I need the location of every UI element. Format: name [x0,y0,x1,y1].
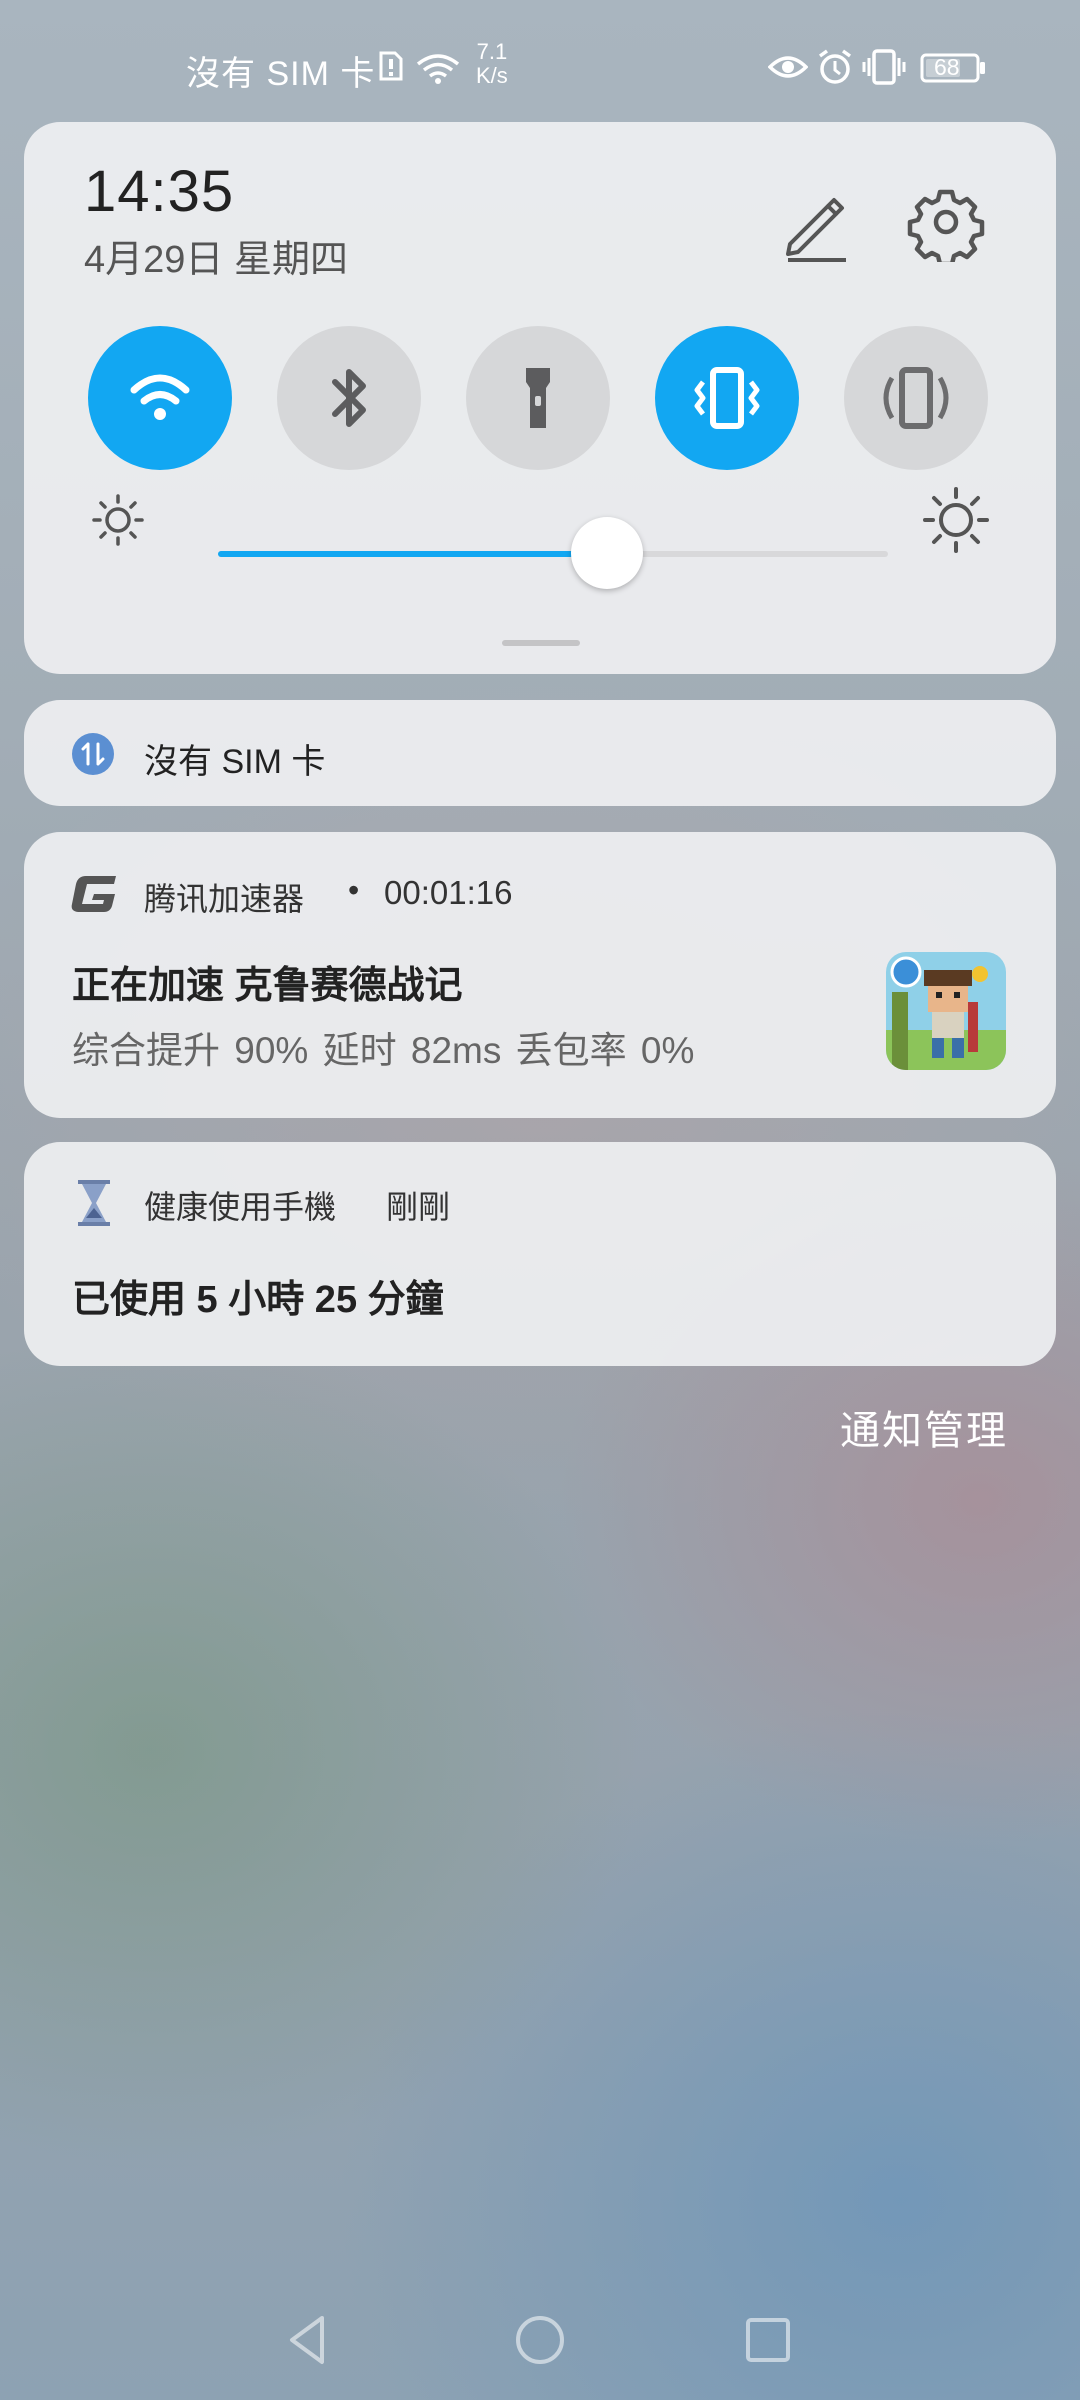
brightness-slider-thumb[interactable] [570,517,643,589]
recents-square-icon [746,2318,790,2362]
sim-notification[interactable]: 沒有 SIM 卡 [24,700,1056,806]
status-bar: 沒有 SIM 卡 7.1 K/s 68 [0,0,1080,120]
home-button[interactable] [510,2310,570,2370]
quick-settings-panel: 14:35 4月29日 星期四 [24,122,1056,674]
notification-elapsed-time: 00:01:16 [384,874,513,911]
brightness-high-icon [922,486,990,554]
notification-stats: 综合提升 90% 延时 82ms 丢包率 0% [72,1030,695,1071]
flashlight-tile[interactable] [466,326,610,470]
vibrate-tile[interactable] [655,326,799,470]
data-transfer-icon [72,733,114,775]
brightness-slider-fill [218,551,607,557]
hourglass-icon [74,1178,114,1228]
panel-drag-handle[interactable] [502,640,580,646]
bluetooth-icon [332,369,366,427]
bluetooth-tile[interactable] [277,326,421,470]
gear-icon [907,189,985,267]
vibrate-status-icon [862,48,906,91]
manage-notifications-button[interactable]: 通知管理 [840,1398,1008,1456]
carrier-text: 沒有 SIM 卡 [186,55,376,93]
notification-app-name: 腾讯加速器 [144,881,305,917]
battery-level: 68 [934,54,960,80]
notification-separator: • [348,872,360,908]
digital-wellbeing-notification[interactable]: 健康使用手機 剛剛 已使用 5 小時 25 分鐘 [24,1142,1056,1366]
notification-timestamp: 剛剛 [386,1189,451,1225]
home-circle-icon [516,2316,564,2364]
screen-time-message: 已使用 5 小時 25 分鐘 [72,1279,444,1321]
alarm-icon [816,48,854,91]
tencent-accelerator-logo-icon [70,872,118,916]
clock-time: 14:35 [84,159,235,224]
game-thumbnail [886,952,1006,1070]
notification-title: 正在加速 克鲁赛德战记 [72,965,463,1007]
back-triangle-icon [290,2316,324,2364]
wifi-tile[interactable] [88,326,232,470]
pencil-icon [786,198,846,262]
auto-rotate-icon [883,367,949,429]
back-button[interactable] [278,2310,338,2370]
edit-button[interactable] [776,182,856,262]
settings-button[interactable] [906,182,986,267]
flashlight-icon [526,368,550,428]
brightness-slider[interactable] [218,517,888,589]
network-speed-unit: K/s [476,63,508,88]
brightness-low-icon [90,492,146,548]
clock-date: 4月29日 星期四 [84,239,348,281]
vibrate-icon [694,367,760,429]
sim-alert-icon [378,50,404,87]
wifi-icon [130,374,190,420]
network-speed-value: 7.1 [476,39,508,64]
wifi-signal-icon [414,50,462,91]
sim-notification-text: 沒有 SIM 卡 [144,743,326,781]
eye-icon [767,52,809,87]
accelerator-notification[interactable]: 腾讯加速器 • 00:01:16 正在加速 克鲁赛德战记 综合提升 90% 延时… [24,832,1056,1118]
network-speed: 7.1 K/s [476,40,508,88]
auto-rotate-tile[interactable] [844,326,988,470]
notification-app-name: 健康使用手機 [144,1189,337,1225]
recents-button[interactable] [738,2310,798,2370]
